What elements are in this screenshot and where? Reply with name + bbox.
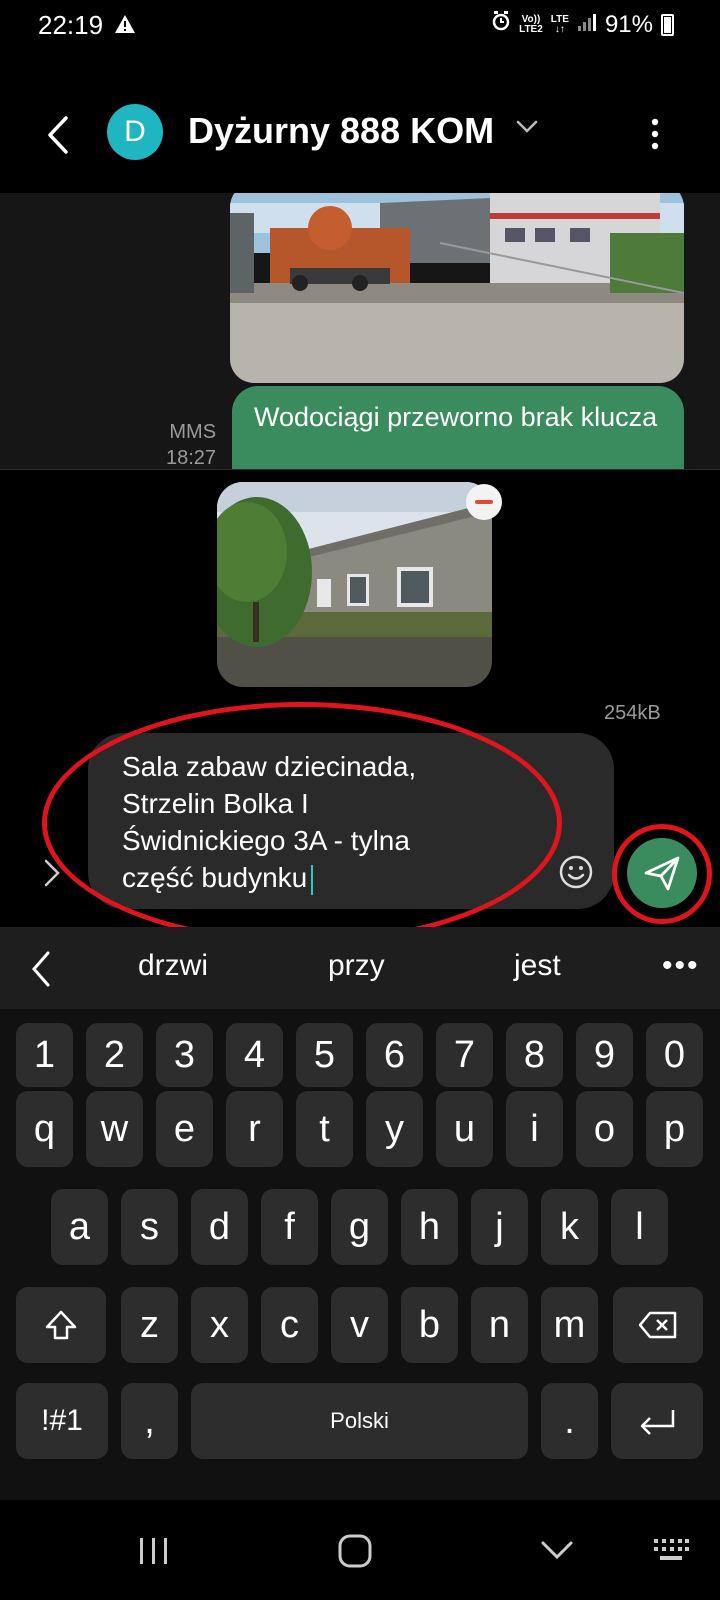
key-g[interactable]: g	[331, 1189, 388, 1265]
back-down-icon[interactable]	[540, 1540, 574, 1567]
key-v[interactable]: v	[331, 1287, 388, 1363]
key-8[interactable]: 8	[506, 1023, 563, 1087]
home-icon[interactable]	[338, 1534, 372, 1573]
warning-icon	[114, 14, 136, 39]
smiley-icon	[559, 855, 593, 889]
key-l[interactable]: l	[611, 1189, 668, 1265]
suggestion-2[interactable]: przy	[328, 949, 385, 983]
lte-indicator: LTE ↓↑	[550, 13, 569, 35]
symbols-key[interactable]: !#1	[16, 1383, 108, 1459]
attachment-preview[interactable]	[217, 482, 492, 687]
key-1[interactable]: 1	[16, 1023, 73, 1087]
key-o[interactable]: o	[576, 1091, 633, 1167]
keyboard: 1 2 3 4 5 6 7 8 9 0 q w e r t y u i o p …	[0, 1009, 720, 1500]
key-z[interactable]: z	[121, 1287, 178, 1363]
key-6[interactable]: 6	[366, 1023, 423, 1087]
navigation-bar	[0, 1500, 720, 1600]
chevron-left-icon[interactable]	[30, 949, 54, 994]
enter-icon	[640, 1410, 675, 1435]
shift-key[interactable]	[16, 1287, 106, 1363]
battery-icon	[661, 13, 674, 36]
key-m[interactable]: m	[541, 1287, 598, 1363]
key-p[interactable]: p	[646, 1091, 703, 1167]
message-meta: MMS 18:27	[166, 419, 216, 469]
comma-key[interactable]: ,	[121, 1383, 178, 1459]
keyboard-switch-icon[interactable]	[652, 1536, 690, 1569]
more-horiz-icon[interactable]: •••	[662, 949, 700, 983]
chevron-right-icon	[44, 859, 60, 887]
key-c[interactable]: c	[261, 1287, 318, 1363]
recent-apps-icon[interactable]	[138, 1536, 170, 1571]
key-7[interactable]: 7	[436, 1023, 493, 1087]
back-button[interactable]	[40, 110, 80, 160]
key-u[interactable]: u	[436, 1091, 493, 1167]
space-key[interactable]: Polski	[191, 1383, 528, 1459]
period-key[interactable]: .	[541, 1383, 598, 1459]
volte-indicator: Vo)) LTE2	[519, 13, 543, 35]
key-9[interactable]: 9	[576, 1023, 633, 1087]
status-time: 22:19	[38, 10, 104, 40]
key-d[interactable]: d	[191, 1189, 248, 1265]
key-h[interactable]: h	[401, 1189, 458, 1265]
key-b[interactable]: b	[401, 1287, 458, 1363]
chevron-down-icon[interactable]	[516, 120, 538, 139]
key-4[interactable]: 4	[226, 1023, 283, 1087]
conversation-header: D Dyżurny 888 KOM	[0, 90, 720, 180]
key-q[interactable]: q	[16, 1091, 73, 1167]
message-list[interactable]: MMS 18:27 Wodociągi przeworno brak klucz…	[0, 193, 720, 469]
key-5[interactable]: 5	[296, 1023, 353, 1087]
backspace-icon	[638, 1311, 677, 1339]
divider	[0, 469, 720, 470]
text-cursor	[311, 864, 314, 895]
key-2[interactable]: 2	[86, 1023, 143, 1087]
key-e[interactable]: e	[156, 1091, 213, 1167]
key-r[interactable]: r	[226, 1091, 283, 1167]
suggestion-3[interactable]: jest	[514, 949, 561, 983]
sent-message-bubble[interactable]: Wodociągi przeworno brak klucza	[232, 386, 684, 469]
message-time: 18:27	[166, 447, 217, 469]
shift-icon	[45, 1310, 77, 1340]
battery-percent: 91%	[604, 10, 653, 38]
more-vert-icon	[651, 118, 659, 150]
send-button[interactable]	[627, 838, 697, 908]
key-a[interactable]: a	[51, 1189, 108, 1265]
key-t[interactable]: t	[296, 1091, 353, 1167]
message-type: MMS	[169, 421, 217, 443]
key-f[interactable]: f	[261, 1189, 318, 1265]
suggestion-1[interactable]: drzwi	[138, 949, 208, 983]
status-indicators: Vo)) LTE2 LTE ↓↑ 91%	[491, 10, 674, 39]
attachment-size: 254kB	[604, 702, 661, 724]
key-x[interactable]: x	[191, 1287, 248, 1363]
key-w[interactable]: w	[86, 1091, 143, 1167]
message-input-text[interactable]: Sala zabaw dziecinada, Strzelin Bolka I …	[122, 748, 562, 896]
expand-options-button[interactable]	[40, 855, 64, 891]
key-s[interactable]: s	[121, 1189, 178, 1265]
emoji-button[interactable]	[558, 854, 594, 890]
status-bar: 22:19 Vo)) LTE2 LTE ↓↑ 91%	[0, 0, 720, 52]
enter-key[interactable]	[611, 1383, 703, 1459]
key-y[interactable]: y	[366, 1091, 423, 1167]
contact-name[interactable]: Dyżurny 888 KOM	[188, 110, 494, 152]
key-k[interactable]: k	[541, 1189, 598, 1265]
key-j[interactable]: j	[471, 1189, 528, 1265]
send-icon	[644, 856, 680, 891]
key-0[interactable]: 0	[646, 1023, 703, 1087]
remove-attachment-button[interactable]	[466, 484, 502, 520]
backspace-key[interactable]	[613, 1287, 703, 1363]
avatar[interactable]: D	[107, 104, 163, 160]
chevron-left-icon	[48, 116, 68, 154]
key-3[interactable]: 3	[156, 1023, 213, 1087]
alarm-icon	[491, 10, 511, 39]
minus-icon	[475, 500, 493, 504]
received-image[interactable]	[230, 193, 684, 383]
suggestion-bar: drzwi przy jest •••	[0, 927, 720, 1009]
more-options-button[interactable]	[640, 114, 670, 154]
key-n[interactable]: n	[471, 1287, 528, 1363]
signal-icon	[577, 11, 597, 39]
key-i[interactable]: i	[506, 1091, 563, 1167]
